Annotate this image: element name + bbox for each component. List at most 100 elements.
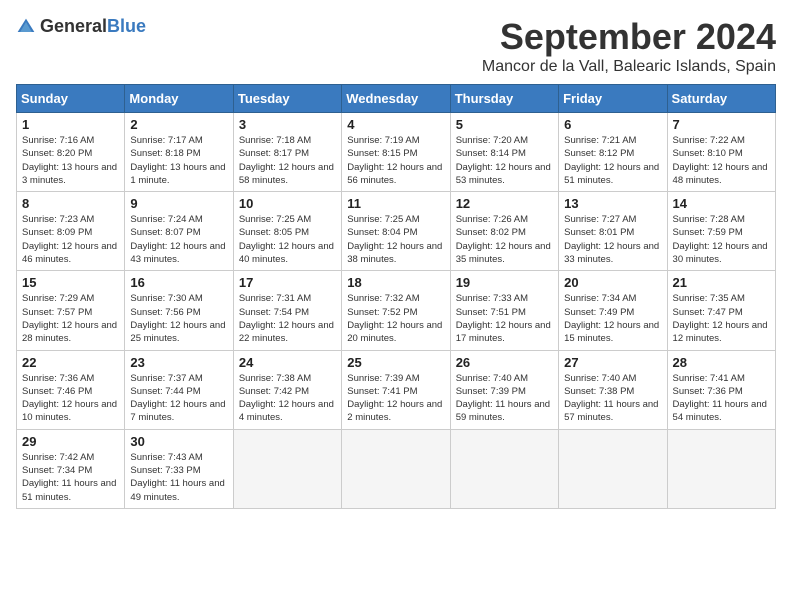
day-cell: 23 Sunrise: 7:37 AMSunset: 7:44 PMDayligh… (125, 350, 233, 429)
day-number: 20 (564, 275, 661, 290)
day-cell (559, 429, 667, 508)
day-number: 11 (347, 196, 444, 211)
day-info: Sunrise: 7:39 AMSunset: 7:41 PMDaylight:… (347, 372, 444, 425)
header-row: SundayMondayTuesdayWednesdayThursdayFrid… (17, 85, 776, 113)
day-number: 23 (130, 355, 227, 370)
day-cell: 28Sunrise: 7:41 AMSunset: 7:36 PMDayligh… (667, 350, 775, 429)
day-cell: 25Sunrise: 7:39 AMSunset: 7:41 PMDayligh… (342, 350, 450, 429)
day-info: Sunrise: 7:28 AMSunset: 7:59 PMDaylight:… (673, 213, 770, 266)
day-number: 14 (673, 196, 770, 211)
day-info: Sunrise: 7:37 AMSunset: 7:44 PMDaylight:… (130, 372, 227, 425)
day-cell: 3 Sunrise: 7:18 AMSunset: 8:17 PMDaylight… (233, 113, 341, 192)
day-info: Sunrise: 7:21 AMSunset: 8:12 PMDaylight:… (564, 134, 661, 187)
location-title: Mancor de la Vall, Balearic Islands, Spa… (482, 58, 776, 76)
day-cell: 21 Sunrise: 7:35 AMSunset: 7:47 PMDayligh… (667, 271, 775, 350)
day-info: Sunrise: 7:22 AMSunset: 8:10 PMDaylight:… (673, 134, 770, 187)
column-header-thursday: Thursday (450, 85, 558, 113)
week-row-1: 1 Sunrise: 7:16 AMSunset: 8:20 PMDaylight… (17, 113, 776, 192)
day-number: 10 (239, 196, 336, 211)
day-info: Sunrise: 7:27 AMSunset: 8:01 PMDaylight:… (564, 213, 661, 266)
day-cell: 30 Sunrise: 7:43 AMSunset: 7:33 PMDayligh… (125, 429, 233, 508)
day-cell: 13 Sunrise: 7:27 AMSunset: 8:01 PMDayligh… (559, 192, 667, 271)
day-cell: 8 Sunrise: 7:23 AMSunset: 8:09 PMDaylight… (17, 192, 125, 271)
day-number: 8 (22, 196, 119, 211)
day-cell (667, 429, 775, 508)
day-number: 19 (456, 275, 553, 290)
day-info: Sunrise: 7:30 AMSunset: 7:56 PMDaylight:… (130, 292, 227, 345)
column-header-friday: Friday (559, 85, 667, 113)
column-header-sunday: Sunday (17, 85, 125, 113)
title-block: September 2024 Mancor de la Vall, Balear… (482, 16, 776, 76)
day-number: 2 (130, 117, 227, 132)
day-number: 16 (130, 275, 227, 290)
day-cell: 27Sunrise: 7:40 AMSunset: 7:38 PMDayligh… (559, 350, 667, 429)
page-container: GeneralBlue September 2024 Mancor de la … (16, 16, 776, 509)
day-number: 7 (673, 117, 770, 132)
day-number: 5 (456, 117, 553, 132)
day-info: Sunrise: 7:23 AMSunset: 8:09 PMDaylight:… (22, 213, 119, 266)
day-info: Sunrise: 7:26 AMSunset: 8:02 PMDaylight:… (456, 213, 553, 266)
day-cell: 17 Sunrise: 7:31 AMSunset: 7:54 PMDayligh… (233, 271, 341, 350)
day-number: 22 (22, 355, 119, 370)
day-cell: 19 Sunrise: 7:33 AMSunset: 7:51 PMDayligh… (450, 271, 558, 350)
day-number: 26 (456, 355, 553, 370)
column-header-saturday: Saturday (667, 85, 775, 113)
week-row-4: 22 Sunrise: 7:36 AMSunset: 7:46 PMDayligh… (17, 350, 776, 429)
day-info: Sunrise: 7:35 AMSunset: 7:47 PMDaylight:… (673, 292, 770, 345)
day-cell: 11Sunrise: 7:25 AMSunset: 8:04 PMDayligh… (342, 192, 450, 271)
day-number: 4 (347, 117, 444, 132)
day-info: Sunrise: 7:31 AMSunset: 7:54 PMDaylight:… (239, 292, 336, 345)
day-cell: 7 Sunrise: 7:22 AMSunset: 8:10 PMDaylight… (667, 113, 775, 192)
day-number: 18 (347, 275, 444, 290)
day-info: Sunrise: 7:33 AMSunset: 7:51 PMDaylight:… (456, 292, 553, 345)
day-cell: 4Sunrise: 7:19 AMSunset: 8:15 PMDaylight… (342, 113, 450, 192)
day-number: 6 (564, 117, 661, 132)
day-number: 21 (673, 275, 770, 290)
day-info: Sunrise: 7:29 AMSunset: 7:57 PMDaylight:… (22, 292, 119, 345)
calendar-table: SundayMondayTuesdayWednesdayThursdayFrid… (16, 84, 776, 509)
day-info: Sunrise: 7:18 AMSunset: 8:17 PMDaylight:… (239, 134, 336, 187)
day-info: Sunrise: 7:24 AMSunset: 8:07 PMDaylight:… (130, 213, 227, 266)
day-cell (233, 429, 341, 508)
day-cell: 10Sunrise: 7:25 AMSunset: 8:05 PMDayligh… (233, 192, 341, 271)
day-cell: 6 Sunrise: 7:21 AMSunset: 8:12 PMDaylight… (559, 113, 667, 192)
day-info: Sunrise: 7:32 AMSunset: 7:52 PMDaylight:… (347, 292, 444, 345)
logo-text: GeneralBlue (40, 16, 146, 37)
column-header-tuesday: Tuesday (233, 85, 341, 113)
day-info: Sunrise: 7:16 AMSunset: 8:20 PMDaylight:… (22, 134, 119, 187)
day-number: 17 (239, 275, 336, 290)
day-info: Sunrise: 7:17 AMSunset: 8:18 PMDaylight:… (130, 134, 227, 187)
day-info: Sunrise: 7:43 AMSunset: 7:33 PMDaylight:… (130, 451, 227, 504)
day-info: Sunrise: 7:34 AMSunset: 7:49 PMDaylight:… (564, 292, 661, 345)
day-cell: 16 Sunrise: 7:30 AMSunset: 7:56 PMDayligh… (125, 271, 233, 350)
day-cell: 1 Sunrise: 7:16 AMSunset: 8:20 PMDaylight… (17, 113, 125, 192)
day-cell: 5 Sunrise: 7:20 AMSunset: 8:14 PMDaylight… (450, 113, 558, 192)
day-cell (450, 429, 558, 508)
day-number: 28 (673, 355, 770, 370)
column-header-monday: Monday (125, 85, 233, 113)
day-info: Sunrise: 7:36 AMSunset: 7:46 PMDaylight:… (22, 372, 119, 425)
day-number: 13 (564, 196, 661, 211)
day-cell (342, 429, 450, 508)
week-row-3: 15 Sunrise: 7:29 AMSunset: 7:57 PMDayligh… (17, 271, 776, 350)
day-cell: 9Sunrise: 7:24 AMSunset: 8:07 PMDaylight… (125, 192, 233, 271)
day-cell: 12 Sunrise: 7:26 AMSunset: 8:02 PMDayligh… (450, 192, 558, 271)
day-number: 15 (22, 275, 119, 290)
calendar-body: 1 Sunrise: 7:16 AMSunset: 8:20 PMDaylight… (17, 113, 776, 509)
day-cell: 24 Sunrise: 7:38 AMSunset: 7:42 PMDayligh… (233, 350, 341, 429)
day-info: Sunrise: 7:20 AMSunset: 8:14 PMDaylight:… (456, 134, 553, 187)
calendar-header: SundayMondayTuesdayWednesdayThursdayFrid… (17, 85, 776, 113)
week-row-2: 8 Sunrise: 7:23 AMSunset: 8:09 PMDaylight… (17, 192, 776, 271)
logo-icon (16, 17, 36, 37)
header: GeneralBlue September 2024 Mancor de la … (16, 16, 776, 76)
day-number: 12 (456, 196, 553, 211)
week-row-5: 29Sunrise: 7:42 AMSunset: 7:34 PMDayligh… (17, 429, 776, 508)
day-info: Sunrise: 7:40 AMSunset: 7:39 PMDaylight:… (456, 372, 553, 425)
day-number: 1 (22, 117, 119, 132)
day-number: 24 (239, 355, 336, 370)
day-number: 30 (130, 434, 227, 449)
day-cell: 2 Sunrise: 7:17 AMSunset: 8:18 PMDaylight… (125, 113, 233, 192)
day-number: 29 (22, 434, 119, 449)
day-number: 3 (239, 117, 336, 132)
day-info: Sunrise: 7:38 AMSunset: 7:42 PMDaylight:… (239, 372, 336, 425)
